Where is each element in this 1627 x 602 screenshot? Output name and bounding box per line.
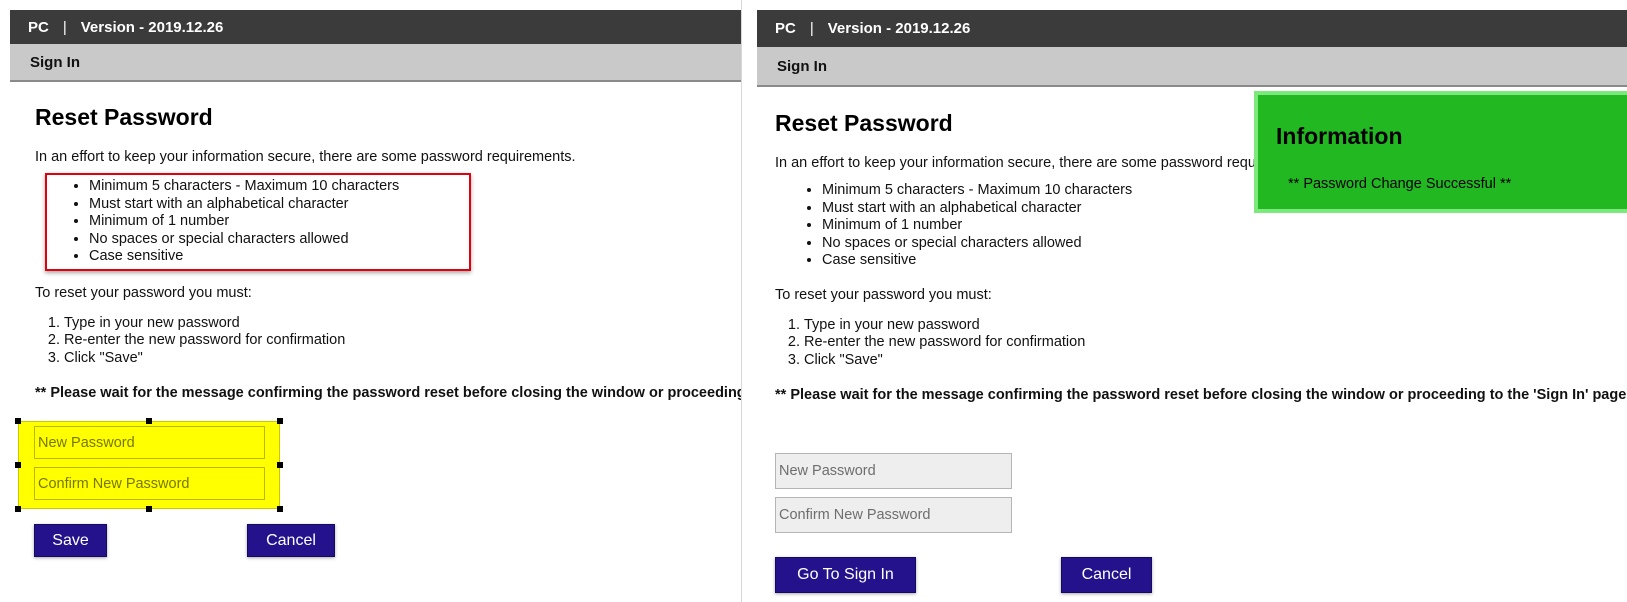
step-item: Type in your new password — [804, 317, 1627, 335]
steps-list: Type in your new password Re-enter the n… — [35, 315, 741, 368]
step-item: Type in your new password — [64, 315, 741, 333]
nav-bar: Sign In — [757, 47, 1627, 87]
step-item: Re-enter the new password for confirmati… — [64, 332, 741, 350]
requirements-list: Minimum 5 characters - Maximum 10 charac… — [822, 182, 1132, 270]
requirement-item: Minimum 5 characters - Maximum 10 charac… — [822, 182, 1132, 200]
nav-bar: Sign In — [10, 44, 741, 82]
requirements-list: Minimum 5 characters - Maximum 10 charac… — [89, 178, 399, 266]
cancel-button[interactable]: Cancel — [247, 524, 335, 557]
requirements-box: Minimum 5 characters - Maximum 10 charac… — [45, 173, 472, 271]
steps-list: Type in your new password Re-enter the n… — [775, 317, 1627, 370]
warning-text: ** Please wait for the message confirmin… — [775, 387, 1627, 403]
step-item: Click "Save" — [64, 350, 741, 368]
resize-handle[interactable] — [277, 462, 283, 468]
requirement-item: Must start with an alphabetical characte… — [822, 200, 1132, 218]
reset-password-content: Reset Password In an effort to keep your… — [35, 104, 741, 401]
app-name: PC — [775, 20, 796, 37]
steps-intro: To reset your password you must: — [35, 284, 252, 301]
go-to-sign-in-button[interactable]: Go To Sign In — [775, 557, 916, 593]
title-bar: PC | Version - 2019.12.26 — [10, 10, 741, 44]
resize-handle[interactable] — [15, 462, 21, 468]
requirement-item: Case sensitive — [822, 252, 1132, 270]
requirement-item: Case sensitive — [89, 248, 399, 266]
steps-intro: To reset your password you must: — [775, 286, 992, 303]
requirement-item: Must start with an alphabetical characte… — [89, 196, 399, 214]
nav-sign-in[interactable]: Sign In — [777, 58, 827, 75]
title-separator: | — [809, 20, 814, 37]
resize-handle[interactable] — [15, 506, 21, 512]
resize-handle[interactable] — [277, 418, 283, 424]
resize-handle[interactable] — [277, 506, 283, 512]
requirement-item: No spaces or special characters allowed — [89, 231, 399, 249]
title-separator: | — [62, 18, 67, 36]
new-password-input[interactable] — [775, 453, 1012, 489]
requirement-item: Minimum of 1 number — [89, 213, 399, 231]
requirement-item: Minimum of 1 number — [822, 217, 1132, 235]
version-label: Version - 2019.12.26 — [827, 20, 971, 37]
version-label: Version - 2019.12.26 — [80, 18, 224, 36]
resize-handle[interactable] — [146, 506, 152, 512]
right-panel: PC | Version - 2019.12.26 Sign In Reset … — [747, 0, 1627, 602]
left-panel: PC | Version - 2019.12.26 Sign In Reset … — [0, 0, 741, 602]
requirement-item: No spaces or special characters allowed — [822, 235, 1132, 253]
confirm-password-input[interactable] — [34, 467, 265, 500]
app-name: PC — [28, 18, 49, 36]
new-password-input[interactable] — [34, 426, 265, 459]
info-title: Information — [1276, 123, 1403, 149]
requirement-item: Minimum 5 characters - Maximum 10 charac… — [89, 178, 399, 196]
resize-handle[interactable] — [15, 418, 21, 424]
step-item: Click "Save" — [804, 352, 1627, 370]
cancel-button[interactable]: Cancel — [1061, 557, 1152, 593]
info-dialog: Information ** Password Change Successfu… — [1254, 91, 1627, 213]
requirements-box: Minimum 5 characters - Maximum 10 charac… — [775, 179, 1132, 273]
title-bar: PC | Version - 2019.12.26 — [757, 10, 1627, 47]
save-button[interactable]: Save — [34, 524, 107, 557]
info-message: ** Password Change Successful ** — [1288, 176, 1512, 192]
page-title: Reset Password — [35, 104, 213, 130]
intro-text: In an effort to keep your information se… — [35, 149, 576, 165]
resize-handle[interactable] — [146, 418, 152, 424]
confirm-password-input[interactable] — [775, 497, 1012, 533]
step-item: Re-enter the new password for confirmati… — [804, 334, 1627, 352]
warning-text: ** Please wait for the message confirmin… — [35, 385, 741, 401]
nav-sign-in[interactable]: Sign In — [30, 54, 80, 71]
